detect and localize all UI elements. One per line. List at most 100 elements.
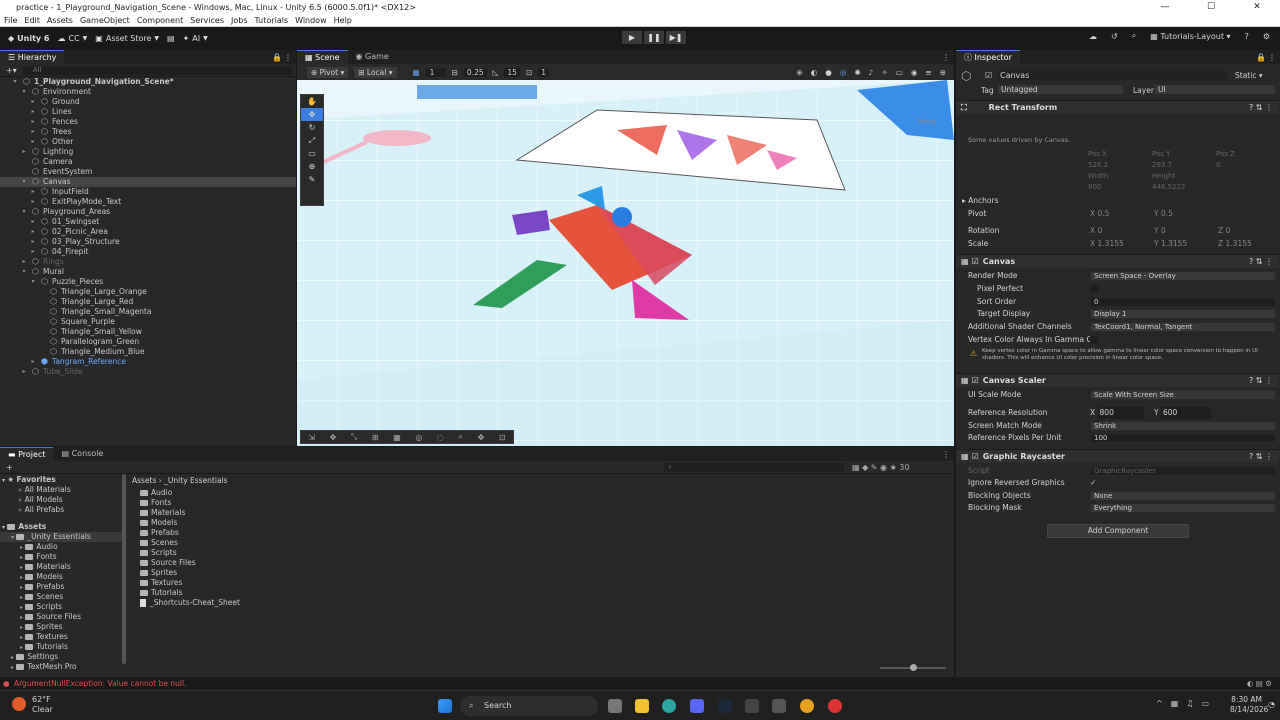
hierarchy-item[interactable]: ▸ ⬢ Tangram_Reference bbox=[0, 357, 296, 367]
hierarchy-item[interactable]: ⬡ Triangle_Medium_Blue bbox=[0, 347, 296, 357]
scale-snap-icon[interactable]: ⊡ bbox=[526, 68, 532, 77]
blocking-objects-dropdown[interactable]: None bbox=[1090, 491, 1276, 501]
layout-dropdown[interactable]: ▦ Tutorials-Layout ▾ bbox=[1150, 32, 1230, 41]
hierarchy-item[interactable]: ▸ ⬡ Ground bbox=[0, 97, 296, 107]
menu-jobs[interactable]: Jobs bbox=[231, 16, 248, 25]
overlay-tool-4-icon[interactable]: ⊞ bbox=[372, 433, 379, 442]
snap-icon[interactable]: ⊟ bbox=[452, 68, 458, 77]
taskbar-search-box[interactable]: ⌕ Search bbox=[460, 696, 598, 716]
asset-file-item[interactable]: Prefabs bbox=[140, 528, 540, 538]
asset-store-button[interactable]: ▣ Asset Store ▼ bbox=[95, 34, 159, 43]
rot-z-field[interactable]: Z 0 bbox=[1218, 225, 1230, 237]
canvas-header[interactable]: ▦ ☑ Canvas ? ⇅ ⋮ bbox=[956, 254, 1279, 268]
hierarchy-item[interactable]: ▸ ⬡ Tube_Slide bbox=[0, 367, 296, 377]
lock-icon[interactable]: 🔒 bbox=[1256, 53, 1266, 62]
chevron-right-icon[interactable]: ▸ bbox=[20, 574, 23, 581]
asset-file-item[interactable]: Sprites bbox=[140, 568, 540, 578]
fx-icon[interactable]: ✧ bbox=[881, 68, 887, 77]
scaler-enabled-checkbox[interactable]: ☑ bbox=[972, 376, 979, 385]
lock-icon[interactable]: 🔒 bbox=[272, 53, 282, 62]
weather-widget[interactable]: 62°F Clear bbox=[12, 695, 53, 715]
draw-mode-icon[interactable]: ◎ bbox=[840, 68, 847, 77]
chevron-right-icon[interactable]: ▸ bbox=[20, 367, 28, 377]
chevron-down-icon[interactable]: ▾ bbox=[20, 267, 28, 277]
lighting-icon[interactable]: ✺ bbox=[854, 68, 860, 77]
history-icon[interactable]: ↺ bbox=[1111, 32, 1118, 41]
scene-gizmo[interactable]: Persp bbox=[904, 88, 950, 136]
hierarchy-item[interactable]: ▾ ⬡ Playground_Areas bbox=[0, 207, 296, 217]
menu-file[interactable]: File bbox=[4, 16, 17, 25]
local-dropdown[interactable]: ⊞ Local ▾ bbox=[354, 66, 397, 78]
scale-z-field[interactable]: Z 1.3155 bbox=[1218, 238, 1252, 250]
ui-scale-dropdown[interactable]: Scale With Screen Size bbox=[1090, 390, 1276, 400]
minimize-button[interactable]: — bbox=[1142, 0, 1188, 15]
breadcrumb-text[interactable]: Assets › _Unity Essentials bbox=[132, 476, 228, 485]
hand-tool-icon[interactable]: ✋ bbox=[301, 95, 323, 108]
ai-button[interactable]: ✦ AI ▼ bbox=[183, 34, 208, 43]
asset-tree-item[interactable]: ▸ Scripts bbox=[0, 602, 124, 612]
chevron-right-icon[interactable]: ▸ bbox=[29, 137, 37, 147]
overlay-tool-9-icon[interactable]: ✥ bbox=[478, 433, 485, 442]
ref-y-field[interactable]: Y 600 bbox=[1154, 407, 1211, 419]
close-button[interactable]: ✕ bbox=[1234, 0, 1280, 15]
layer-dropdown[interactable]: UI bbox=[1155, 85, 1275, 94]
asset-tree-item[interactable]: ▸ Fonts bbox=[0, 552, 124, 562]
blocking-mask-dropdown[interactable]: Everything bbox=[1090, 503, 1276, 513]
asset-file-item[interactable]: Fonts bbox=[140, 498, 540, 508]
asset-tree-item[interactable]: ▸ Textures bbox=[0, 632, 124, 642]
chevron-right-icon[interactable]: ▸ bbox=[20, 147, 28, 157]
asset-tree-item[interactable]: ▸ Materials bbox=[0, 562, 124, 572]
asset-file-item[interactable]: _Shortcuts-Cheat_Sheet bbox=[140, 598, 540, 608]
move-gizmo-handle[interactable] bbox=[612, 207, 632, 227]
asset-tree-item[interactable]: ▸ Prefabs bbox=[0, 582, 124, 592]
chevron-right-icon[interactable]: ▸ bbox=[29, 227, 37, 237]
shader-channels-dropdown[interactable]: TexCoord1, Normal, Tangent bbox=[1090, 322, 1276, 332]
asset-file-item[interactable]: Source Files bbox=[140, 558, 540, 568]
rot-x-field[interactable]: X 0 bbox=[1090, 225, 1102, 237]
asset-file-item[interactable]: Audio bbox=[140, 488, 540, 498]
steam-icon[interactable] bbox=[718, 699, 732, 713]
settings-icon[interactable]: ⚙ bbox=[1263, 32, 1270, 41]
kebab-menu-icon[interactable]: ⋮ bbox=[942, 450, 950, 459]
unity-hub-icon[interactable] bbox=[745, 699, 759, 713]
tag-dropdown[interactable]: Untagged bbox=[998, 85, 1123, 94]
hierarchy-item[interactable]: ▸ ⬡ 01_Swingset bbox=[0, 217, 296, 227]
transform-tool-icon[interactable]: ⊕ bbox=[301, 160, 323, 173]
unity-editor-icon[interactable] bbox=[772, 699, 786, 713]
scale-y-field[interactable]: Y 1.3155 bbox=[1154, 238, 1187, 250]
menu-edit[interactable]: Edit bbox=[24, 16, 40, 25]
hierarchy-item[interactable]: ▸ ⬡ Lines bbox=[0, 107, 296, 117]
unity-account-button[interactable]: ◆ Unity 6 bbox=[8, 34, 49, 43]
maximize-button[interactable]: ☐ bbox=[1188, 0, 1234, 15]
chevron-right-icon[interactable]: ▸ bbox=[20, 614, 23, 621]
grid-icon[interactable]: ▦ bbox=[413, 68, 420, 77]
step-button[interactable]: ▶❚ bbox=[666, 31, 686, 44]
status-error-text[interactable]: ArgumentNullException: Value cannot be n… bbox=[14, 679, 187, 688]
chevron-right-icon[interactable]: ▸ bbox=[20, 594, 23, 601]
hierarchy-item[interactable]: ⬡ Parallelogram_Green bbox=[0, 337, 296, 347]
render-mode-dropdown[interactable]: Screen Space - Overlay bbox=[1090, 271, 1276, 281]
favorite-item[interactable]: ⌕ All Prefabs bbox=[0, 505, 124, 515]
chevron-right-icon[interactable]: ▸ bbox=[29, 237, 37, 247]
hierarchy-item[interactable]: ⬡ EventSystem bbox=[0, 167, 296, 177]
task-view-icon[interactable] bbox=[608, 699, 622, 713]
hierarchy-item[interactable]: ▾ ⬡ Environment bbox=[0, 87, 296, 97]
component-menu-icon[interactable]: ? ⇅ ⋮ bbox=[1249, 101, 1273, 115]
favorite-item[interactable]: ⌕ All Materials bbox=[0, 485, 124, 495]
height-field[interactable]: 446.5222 bbox=[1152, 183, 1185, 191]
menu-services[interactable]: Services bbox=[190, 16, 224, 25]
raycaster-enabled-checkbox[interactable]: ☑ bbox=[972, 452, 979, 461]
cloud-sync-icon[interactable]: ☁ bbox=[1089, 32, 1097, 41]
hierarchy-item[interactable]: ⬡ Triangle_Small_Magenta bbox=[0, 307, 296, 317]
chevron-right-icon[interactable]: ▸ bbox=[29, 127, 37, 137]
chevron-right-icon[interactable]: ▸ bbox=[29, 117, 37, 127]
asset-file-item[interactable]: Tutorials bbox=[140, 588, 540, 598]
assets-header[interactable]: ▾ Assets bbox=[0, 522, 124, 532]
asset-tree-item[interactable]: ▸ Sprites bbox=[0, 622, 124, 632]
chevron-right-icon[interactable]: ▸ bbox=[29, 217, 37, 227]
chevron-right-icon[interactable]: ▸ bbox=[29, 197, 37, 207]
hierarchy-item[interactable]: ⬡ Triangle_Large_Red bbox=[0, 297, 296, 307]
asset-file-item[interactable]: Textures bbox=[140, 578, 540, 588]
pause-button[interactable]: ❚❚ bbox=[644, 31, 664, 44]
snap-value-field[interactable]: 0.25 bbox=[463, 67, 487, 77]
